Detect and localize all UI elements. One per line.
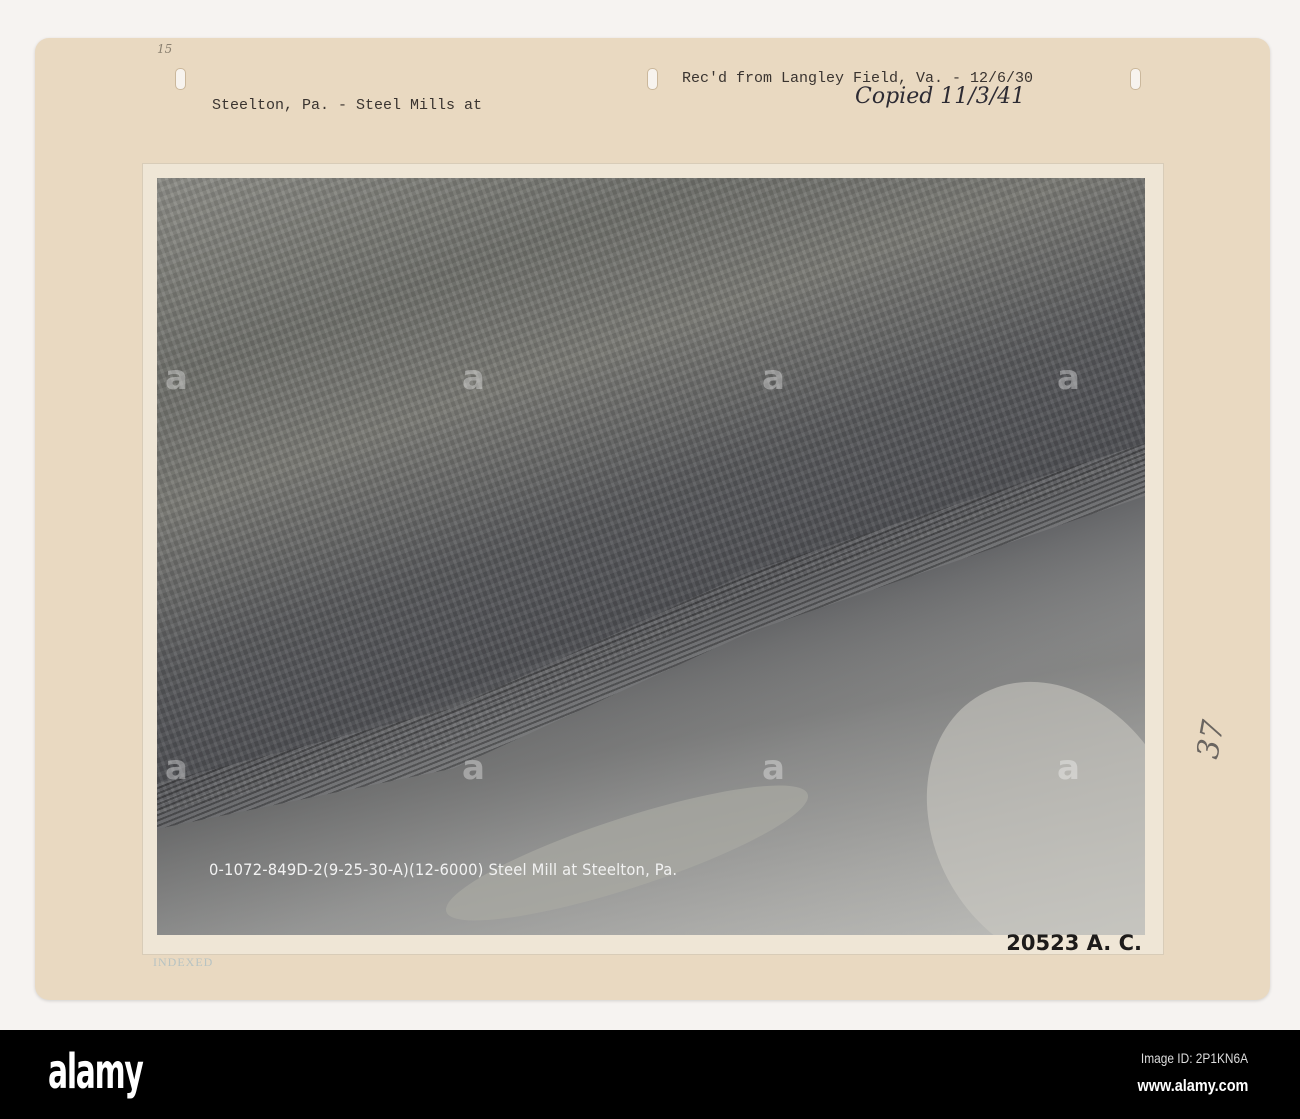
watermark: a	[165, 358, 188, 398]
image-id: Image ID: 2P1KN6A	[1140, 1050, 1248, 1066]
copied-note: Copied 11/3/41	[855, 84, 1026, 109]
corner-mark: 15	[157, 42, 173, 56]
indexed-stamp: INDEXED	[153, 955, 214, 969]
punch-hole	[175, 68, 186, 90]
watermark: a	[165, 748, 188, 788]
photo-number: 20523 A. C.	[1006, 931, 1142, 955]
watermark: a	[462, 358, 485, 398]
pencil-mark: 37	[1190, 717, 1232, 762]
watermark: a	[1057, 748, 1080, 788]
photo-caption: 0-1072-849D-2(9-25-30-A)(12-6000) Steel …	[209, 860, 678, 879]
alamy-logo: alamy	[48, 1044, 144, 1100]
site-url[interactable]: www.alamy.com	[1137, 1076, 1248, 1096]
aerial-photo: a a a a a a a a 0-1072-849D-2(9-25-30-A)…	[157, 178, 1145, 935]
watermark: a	[762, 358, 785, 398]
watermark: a	[762, 748, 785, 788]
watermark: a	[462, 748, 485, 788]
punch-hole	[1130, 68, 1141, 90]
card-title: Steelton, Pa. - Steel Mills at	[212, 97, 483, 114]
watermark: a	[1057, 358, 1080, 398]
footer-bar: alamy Image ID: 2P1KN6A www.alamy.com	[0, 1030, 1300, 1119]
punch-hole	[647, 68, 658, 90]
